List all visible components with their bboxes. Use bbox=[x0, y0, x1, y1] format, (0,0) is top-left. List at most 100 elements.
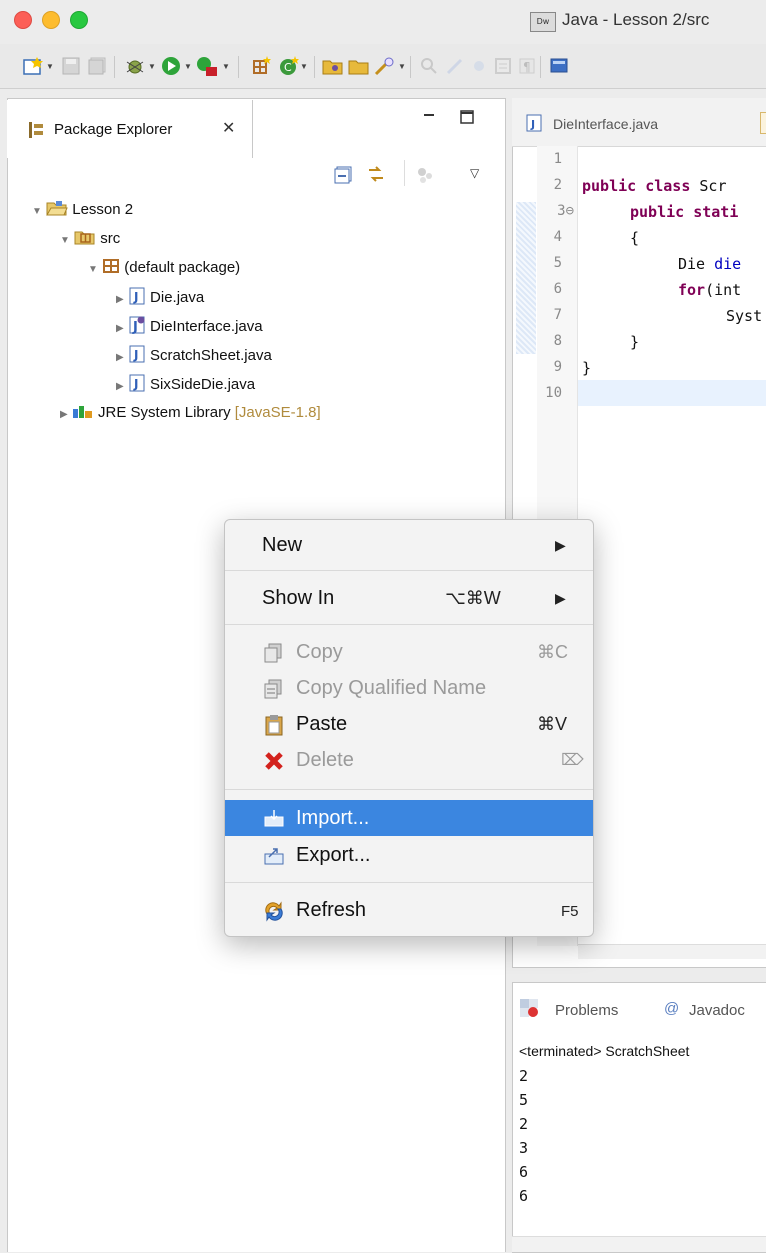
java-file-icon: J bbox=[129, 374, 145, 392]
tree-item-project[interactable]: ▼ Lesson 2 bbox=[32, 200, 133, 218]
new-java-class-icon[interactable]: C bbox=[278, 55, 300, 77]
open-folder-icon[interactable] bbox=[348, 55, 370, 77]
menu-item-shortcut: ⌥⌘W bbox=[445, 588, 501, 608]
tree-item-jre[interactable]: ▶ JRE System Library [JavaSE-1.8] bbox=[60, 403, 321, 421]
menu-item-new[interactable]: New ▶ bbox=[225, 527, 593, 563]
console-output-line: 3 bbox=[519, 1139, 529, 1157]
tree-item-default-package[interactable]: ▼ (default package) bbox=[88, 258, 240, 276]
editor-horizontal-scrollbar[interactable] bbox=[578, 944, 766, 959]
jre-library-name: JRE System Library bbox=[98, 404, 231, 421]
close-icon[interactable]: ✕ bbox=[222, 118, 235, 138]
show-whitespace-icon: ¶ bbox=[516, 55, 538, 77]
chevron-down-icon[interactable]: ▼ bbox=[148, 62, 156, 71]
close-window-button[interactable] bbox=[14, 11, 32, 29]
tree-item-src[interactable]: ▼ src bbox=[60, 229, 120, 247]
menu-item-export[interactable]: Export... bbox=[225, 837, 593, 873]
expanded-arrow-icon[interactable]: ▼ bbox=[88, 264, 98, 275]
zoom-window-button[interactable] bbox=[70, 11, 88, 29]
menu-separator bbox=[225, 882, 593, 883]
line-number-folding[interactable]: 3⊖ bbox=[538, 203, 574, 219]
toolbar-separator bbox=[114, 56, 115, 78]
new-java-package-icon[interactable] bbox=[250, 55, 272, 77]
collapsed-arrow-icon[interactable]: ▶ bbox=[116, 352, 124, 363]
collapsed-arrow-icon[interactable]: ▶ bbox=[116, 294, 124, 305]
menu-separator bbox=[225, 789, 593, 790]
menu-item-copy[interactable]: Copy ⌘C bbox=[225, 634, 593, 670]
svg-text:J: J bbox=[133, 290, 138, 304]
jre-version-label: [JavaSE-1.8] bbox=[234, 404, 321, 421]
tree-item-file[interactable]: ▶ J ScratchSheet.java bbox=[116, 345, 272, 364]
next-tab-icon[interactable] bbox=[760, 112, 766, 134]
line-number: 4 bbox=[553, 229, 562, 245]
code-keyword: for bbox=[678, 281, 706, 299]
code-text: (int bbox=[705, 281, 742, 299]
focus-icon bbox=[416, 166, 436, 188]
file-name: ScratchSheet.java bbox=[150, 347, 272, 364]
refresh-icon bbox=[265, 901, 283, 922]
code-line-6: for(int bbox=[678, 281, 741, 299]
collapsed-arrow-icon[interactable]: ▶ bbox=[116, 323, 124, 334]
chevron-down-icon[interactable]: ▼ bbox=[398, 62, 406, 71]
svg-text:J: J bbox=[132, 320, 138, 334]
menu-item-label: Copy Qualified Name bbox=[296, 677, 487, 699]
file-name: DieInterface.java bbox=[150, 318, 263, 335]
menu-item-paste[interactable]: Paste ⌘V bbox=[225, 706, 593, 742]
minimize-view-icon[interactable] bbox=[422, 108, 436, 122]
expanded-arrow-icon[interactable]: ▼ bbox=[60, 235, 70, 246]
next-annotation-icon bbox=[468, 55, 490, 77]
svg-text:J: J bbox=[133, 377, 138, 391]
tree-item-file[interactable]: ▶ J SixSideDie.java bbox=[116, 374, 255, 393]
menu-item-import[interactable]: Import... bbox=[225, 800, 593, 836]
menu-item-copy-qualified-name[interactable]: Copy Qualified Name bbox=[225, 670, 593, 706]
chevron-down-icon[interactable]: ▼ bbox=[184, 62, 192, 71]
minimize-window-button[interactable] bbox=[42, 11, 60, 29]
java-file-icon: J bbox=[129, 345, 145, 363]
maximize-view-icon[interactable] bbox=[460, 110, 474, 124]
tab-die-interface[interactable]: DieInterface.java bbox=[553, 116, 658, 132]
menu-item-delete[interactable]: Delete ⌦ bbox=[225, 742, 593, 778]
at-sign-icon: @ bbox=[664, 1000, 680, 1017]
save-icon bbox=[60, 55, 82, 77]
console-view-icon[interactable] bbox=[548, 55, 570, 77]
tab-problems[interactable]: Problems bbox=[555, 1002, 618, 1019]
menu-item-show-in[interactable]: Show In ⌥⌘W ▶ bbox=[225, 580, 593, 616]
project-name: Lesson 2 bbox=[72, 201, 134, 218]
menu-item-shortcut: ⌦ bbox=[561, 752, 584, 769]
menu-item-label: Export... bbox=[296, 844, 371, 866]
chevron-down-icon[interactable]: ▼ bbox=[222, 62, 230, 71]
run-icon[interactable] bbox=[160, 55, 182, 77]
new-wizard-icon[interactable] bbox=[22, 55, 44, 77]
library-icon bbox=[72, 406, 92, 418]
console-horizontal-scrollbar[interactable] bbox=[512, 1236, 766, 1252]
collapsed-arrow-icon[interactable]: ▶ bbox=[116, 381, 124, 392]
tree-item-file[interactable]: ▶ J DieInterface.java bbox=[116, 316, 263, 335]
chevron-down-icon[interactable]: ▼ bbox=[46, 62, 54, 71]
line-number: 10 bbox=[545, 385, 562, 401]
toolbar-separator bbox=[410, 56, 411, 78]
collapsed-arrow-icon[interactable]: ▶ bbox=[60, 409, 68, 420]
view-menu-icon[interactable]: ▽ bbox=[470, 166, 479, 180]
console-output-line: 5 bbox=[519, 1091, 529, 1109]
console-output-line: 6 bbox=[519, 1187, 529, 1205]
expanded-arrow-icon[interactable]: ▼ bbox=[32, 206, 42, 217]
tree-item-file[interactable]: ▶ J Die.java bbox=[116, 287, 204, 306]
code-keyword: public class bbox=[582, 177, 691, 195]
toolbar-separator bbox=[238, 56, 239, 78]
collapse-all-icon[interactable] bbox=[334, 166, 352, 188]
tab-javadoc[interactable]: Javadoc bbox=[689, 1002, 745, 1019]
menu-item-refresh[interactable]: Refresh F5 bbox=[225, 892, 593, 928]
search-tool-icon[interactable] bbox=[374, 55, 396, 77]
delete-icon bbox=[265, 752, 283, 770]
link-with-editor-icon[interactable] bbox=[366, 164, 386, 188]
line-number: 6 bbox=[553, 281, 562, 297]
chevron-down-icon[interactable]: ▼ bbox=[300, 62, 308, 71]
window-title: Java - Lesson 2/src bbox=[562, 10, 710, 29]
external-tools-icon[interactable] bbox=[196, 55, 218, 77]
code-keyword: public bbox=[630, 203, 685, 221]
java-file-icon: J bbox=[129, 287, 145, 305]
save-all-icon bbox=[86, 55, 108, 77]
open-type-icon[interactable] bbox=[322, 55, 344, 77]
code-line-8: } bbox=[630, 333, 640, 351]
debug-icon[interactable] bbox=[124, 55, 146, 77]
line-number: 9 bbox=[553, 359, 562, 375]
